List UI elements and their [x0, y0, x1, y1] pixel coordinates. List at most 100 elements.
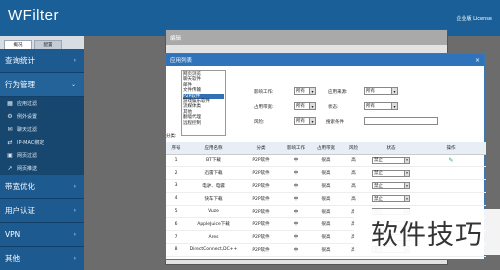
app-name: Vuze [186, 205, 241, 219]
row-number: 5 [166, 205, 186, 219]
status-label: 状态: [328, 105, 339, 110]
sidebar-item-ip-mac-binding[interactable]: ⇄ IP-MAC绑定 [0, 136, 84, 149]
impact-value: 中 [281, 230, 311, 245]
chevron-down-icon: ▾ [309, 88, 315, 94]
status-cell: 禁止 ▾ [366, 166, 416, 181]
sidebar-tabs: 概况 配置 [0, 36, 84, 49]
status-select[interactable]: 禁止 ▾ [372, 169, 410, 177]
search-input[interactable] [364, 117, 438, 125]
risk-value: 高 [341, 179, 366, 193]
status-cell: 禁止 ▾ [366, 154, 416, 168]
status-value: 禁止 [374, 183, 383, 189]
app-category: P2P软件 [241, 230, 281, 245]
impact-label: 影响工作: [254, 90, 274, 95]
bandwidth-label: 占用带宽: [254, 105, 274, 110]
impact-value: 中 [281, 166, 311, 181]
dialog-title: 应用列表 [170, 58, 193, 64]
status-value: 所有 [366, 104, 375, 109]
bandwidth-value: 很高 [311, 154, 341, 168]
col-no: 序号 [166, 142, 186, 155]
menu-label: 带宽优化 [5, 182, 35, 191]
impact-value: 中 [281, 192, 311, 206]
grid-icon: ▦ [7, 100, 13, 107]
menu-label: VPN [5, 230, 21, 239]
edit-icon[interactable]: ✎ [448, 157, 453, 164]
impact-select[interactable]: 所有 ▾ [294, 87, 316, 95]
bandwidth-value: 很高 [311, 230, 341, 245]
category-listbox[interactable]: 网页浏览 聊天软件 邮件 文件传输 P2P软件 游戏娱乐软件 流媒体类 其他 翻墙代理 远程控制 [181, 70, 226, 136]
tab-overview[interactable]: 概况 [4, 40, 32, 49]
chevron-right-icon: › [73, 231, 76, 238]
chevron-down-icon: ⌄ [70, 81, 76, 88]
source-select[interactable]: 所有 ▾ [364, 87, 398, 95]
status-select[interactable]: 禁止 ▾ [372, 156, 410, 164]
chevron-down-icon: ▾ [391, 88, 397, 94]
menu-bandwidth-optimization[interactable]: 带宽优化 › [0, 175, 84, 199]
bandwidth-value: 很高 [311, 243, 341, 257]
menu-other[interactable]: 其他 › [0, 247, 84, 270]
search-label: 搜索条件 [326, 120, 344, 125]
status-select[interactable]: 所有 ▾ [364, 102, 398, 110]
col-action: 操作 [416, 142, 486, 155]
app-category: P2P软件 [241, 179, 281, 193]
table-row: 4 快车下载 P2P软件中很高高 禁止 ▾ [166, 192, 486, 206]
sidebar-item-exceptions[interactable]: ⚙ 例外设置 [0, 110, 84, 123]
app-name: BT下载 [186, 154, 241, 168]
close-icon[interactable]: × [475, 57, 484, 64]
status-cell: 禁止 ▾ [366, 179, 416, 193]
status-select[interactable]: 禁止 ▾ [372, 195, 410, 203]
chevron-down-icon: ▾ [404, 183, 409, 189]
status-select[interactable]: 禁止 ▾ [372, 182, 410, 190]
bandwidth-select[interactable]: 所有 ▾ [294, 102, 316, 110]
col-category: 分类 [241, 142, 281, 155]
gear-icon: ⚙ [7, 113, 13, 120]
link-icon: ⇄ [7, 139, 13, 146]
sidebar-item-label: 例外设置 [17, 114, 38, 120]
sidebar-item-label: IP-MAC绑定 [17, 140, 45, 146]
app-category: P2P软件 [241, 243, 281, 257]
row-number: 1 [166, 154, 186, 168]
col-bandwidth: 占用带宽 [311, 142, 341, 155]
menu-vpn[interactable]: VPN › [0, 223, 84, 247]
app-category: P2P软件 [241, 166, 281, 181]
status-value: 禁止 [374, 158, 383, 164]
menu-label: 用户认证 [5, 206, 35, 215]
menu-user-auth[interactable]: 用户认证 › [0, 199, 84, 223]
sidebar-item-chat-filter[interactable]: ✉ 聊天过滤 [0, 123, 84, 136]
menu-behavior-management[interactable]: 行为管理 ⌄ [0, 73, 84, 97]
bandwidth-value: 很高 [311, 166, 341, 181]
impact-value: 中 [281, 217, 311, 232]
row-number: 2 [166, 166, 186, 181]
chevron-right-icon: › [73, 183, 76, 190]
dialog-header: 应用列表 × [166, 54, 484, 66]
watermark: 软件技巧 [354, 209, 500, 255]
sidebar: 概况 配置 查询统计 › 行为管理 ⌄ ▦ 应用过滤 ⚙ 例外设置 ✉ 聊天过滤… [0, 36, 84, 270]
risk-value: 高 [341, 166, 366, 181]
category-label: 分类: [166, 134, 177, 139]
action-cell [416, 179, 486, 193]
status-cell: 禁止 ▾ [366, 192, 416, 206]
risk-value: 所有 [296, 119, 305, 124]
row-number: 8 [166, 243, 186, 257]
web-icon: ▣ [7, 152, 13, 159]
action-cell [416, 192, 486, 206]
tab-config[interactable]: 配置 [34, 40, 62, 49]
sidebar-item-web-filter[interactable]: ▣ 网页过滤 [0, 149, 84, 162]
table-row: 2 迅雷下载 P2P软件中很高高 禁止 ▾ [166, 166, 486, 181]
bandwidth-value: 很高 [311, 179, 341, 193]
impact-value: 中 [281, 205, 311, 219]
impact-value: 所有 [296, 89, 305, 94]
app-category: P2P软件 [241, 192, 281, 206]
risk-select[interactable]: 所有 ▾ [294, 117, 316, 125]
col-status: 状态 [366, 142, 416, 155]
status-value: 禁止 [374, 196, 383, 202]
menu-query-stats[interactable]: 查询统计 › [0, 49, 84, 73]
menu-label: 查询统计 [5, 56, 35, 65]
col-impact: 影响工作 [281, 142, 311, 155]
app-name: 电驴、电骡 [186, 179, 241, 193]
chevron-down-icon: ▾ [309, 103, 315, 109]
sidebar-item-web-push[interactable]: ↗ 网页推送 [0, 162, 84, 175]
table-row: 3 电驴、电骡 P2P软件中很高高 禁止 ▾ [166, 179, 486, 193]
category-option[interactable]: 远程控制 [183, 121, 224, 126]
sidebar-item-app-filter[interactable]: ▦ 应用过滤 [0, 97, 84, 110]
